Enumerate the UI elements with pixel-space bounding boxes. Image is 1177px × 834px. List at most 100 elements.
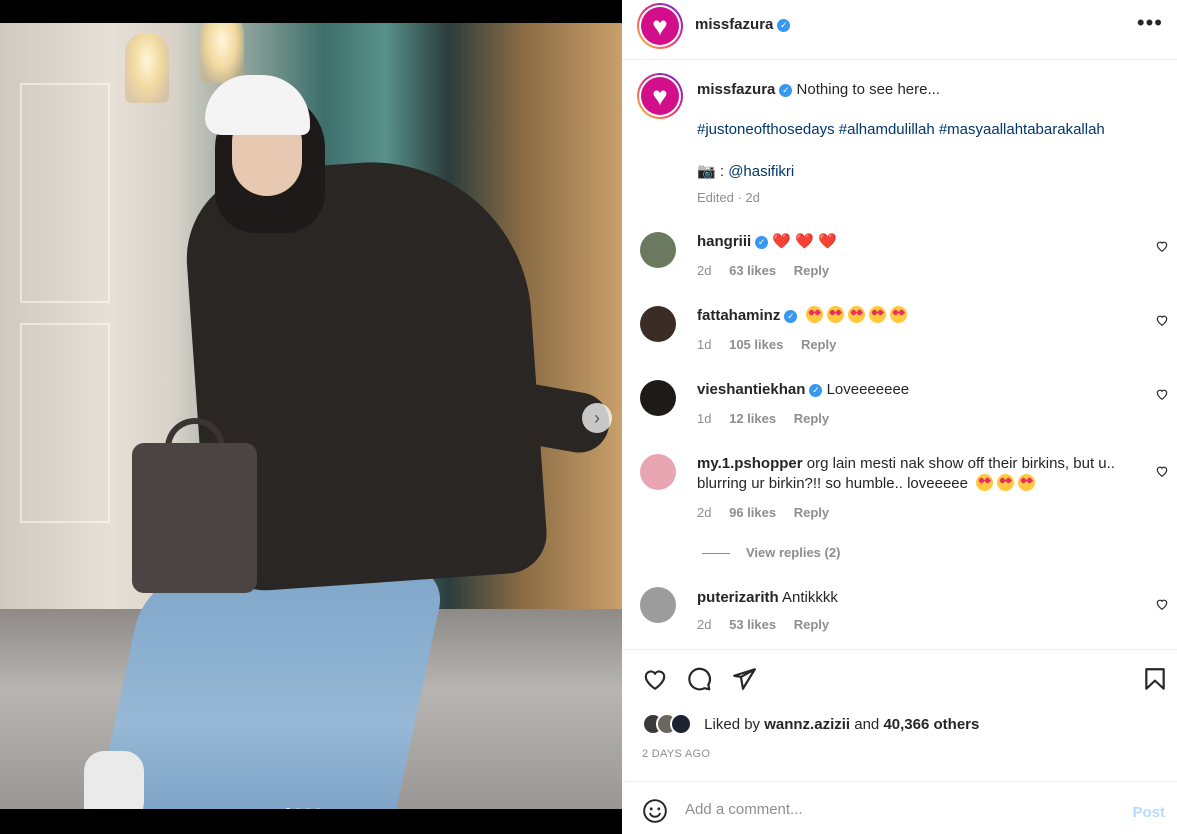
handbag [132,443,257,593]
comment-time: 2d [697,505,712,520]
heart-outline-icon[interactable] [1155,387,1169,404]
verified-badge-icon: ✓ [755,235,769,249]
likes-prefix: Liked by [704,715,765,733]
heart-outline-icon[interactable] [1155,464,1169,481]
caption-username[interactable]: missfazura [697,81,775,98]
comment-username[interactable]: vieshantiekhan [697,381,805,398]
comment-likes[interactable]: 96 likes [729,505,776,520]
heart-eyes-emoji [826,306,844,323]
comment-bubble-icon[interactable] [686,666,712,695]
avatar[interactable] [640,380,676,416]
avatar[interactable] [640,587,676,623]
add-comment-bar: Post [622,781,1177,834]
wall-lamp [125,33,169,103]
post-image[interactable]: › [0,23,622,809]
wall-panel [20,83,110,303]
comment-input[interactable] [685,794,1105,824]
avatar[interactable]: ♥ [637,3,683,49]
post-modal: › ♥ missfazura ✓ ••• ♥ missfazura ✓ Nothin [0,0,1177,834]
heart-eyes-emoji-group [976,474,1039,492]
comment-likes[interactable]: 63 likes [729,263,776,278]
comment-body: Antikkkk [782,589,838,606]
comment-text: vieshantiekhan ✓ Loveeeeeee [697,380,1137,400]
comment-meta: 1d 105 likes Reply [697,337,850,352]
comment-username[interactable]: my.1.pshopper [697,455,803,472]
comment-likes[interactable]: 53 likes [729,617,776,632]
post-sidebar: ♥ missfazura ✓ ••• ♥ missfazura ✓ Nothing … [622,0,1177,834]
author-username-text[interactable]: missfazura [695,16,773,33]
post-button[interactable]: Post [1132,804,1165,821]
comment-likes[interactable]: 105 likes [729,337,783,352]
comment-text: fattahaminz ✓ [697,306,1137,326]
caption-body: Nothing to see here... [796,81,940,98]
carousel-dot [295,808,301,809]
carousel-dot [285,808,291,809]
heart-icon: ♥ [641,77,679,115]
avatar[interactable] [670,713,692,735]
heart-outline-icon[interactable] [642,666,668,695]
view-replies-label[interactable]: View replies (2) [746,545,840,560]
comment-username[interactable]: puterizarith [697,589,779,606]
chevron-right-icon[interactable]: › [582,403,612,433]
avatar[interactable]: ♥ [637,73,683,119]
caption-text: missfazura ✓ Nothing to see here... [697,81,1162,99]
likes-summary: Liked by wannz.azizii and 40,366 others [642,713,979,739]
avatar[interactable] [640,232,676,268]
reply-button[interactable]: Reply [794,617,829,632]
more-horizontal-icon[interactable]: ••• [1137,10,1163,36]
smiley-icon[interactable] [642,798,668,827]
comment-body: Loveeeeeee [826,381,910,398]
comment-username[interactable]: fattahaminz [697,307,780,324]
person-shoe [84,751,144,809]
heart-outline-icon[interactable] [1155,313,1169,330]
comment-username[interactable]: hangriii [697,233,751,250]
reply-button[interactable]: Reply [794,263,829,278]
caption-meta: Edited · 2d [697,190,760,205]
camera-emoji: 📷 : [697,163,729,180]
reply-button[interactable]: Reply [801,337,836,352]
verified-badge-icon: ✓ [784,309,798,323]
heart-eyes-emoji [847,306,865,323]
view-replies-button[interactable]: View replies (2) [702,545,840,560]
avatar[interactable] [640,306,676,342]
heart-outline-icon[interactable] [1155,239,1169,256]
heart-eyes-emoji [805,306,823,323]
verified-badge-icon: ✓ [777,18,791,32]
heart-eyes-emoji-group [805,306,911,324]
bookmark-icon[interactable] [1142,666,1168,695]
comment-text: hangriii ✓ ❤️ ❤️ ❤️ [697,232,1137,252]
action-bar [622,649,1177,709]
reply-button[interactable]: Reply [794,411,829,426]
person-cap [205,75,310,135]
comment-meta: 2d 96 likes Reply [697,505,843,520]
comment-meta: 1d 12 likes Reply [697,411,843,426]
comment-meta: 2d 63 likes Reply [697,263,843,278]
post-date[interactable]: 2 DAYS AGO [642,748,710,760]
post-header: ♥ missfazura ✓ ••• [622,0,1177,60]
divider [702,553,730,555]
heart-eyes-emoji [1018,474,1036,491]
liked-by-user[interactable]: wannz.azizii [764,716,850,733]
comment-text: my.1.pshopper org lain mesti nak show of… [697,454,1137,494]
photo-credit: 📷 : @hasifikri [697,162,794,180]
comment-text: puterizarith Antikkkk [697,588,1137,608]
reply-button[interactable]: Reply [794,505,829,520]
avatar[interactable] [640,454,676,490]
comment-meta: 2d 53 likes Reply [697,617,843,632]
author-username[interactable]: missfazura ✓ [695,16,791,33]
verified-badge-icon: ✓ [779,83,793,97]
likes-others[interactable]: 40,366 others [883,716,979,733]
comment-likes[interactable]: 12 likes [729,411,776,426]
heart-eyes-emoji [976,474,994,491]
heart-eyes-emoji [889,306,907,323]
person-jeans [92,568,448,809]
caption-hashtags[interactable]: #justoneofthosedays #alhamdulillah #masy… [697,121,1105,138]
carousel-dot [315,808,321,809]
heart-outline-icon[interactable] [1155,597,1169,614]
heart-eyes-emoji [868,306,886,323]
comment-time: 1d [697,337,712,352]
paper-plane-icon[interactable] [731,666,757,695]
photo-credit-mention[interactable]: @hasifikri [728,163,794,180]
carousel-dot [305,808,311,809]
wall-lamp [200,23,244,83]
